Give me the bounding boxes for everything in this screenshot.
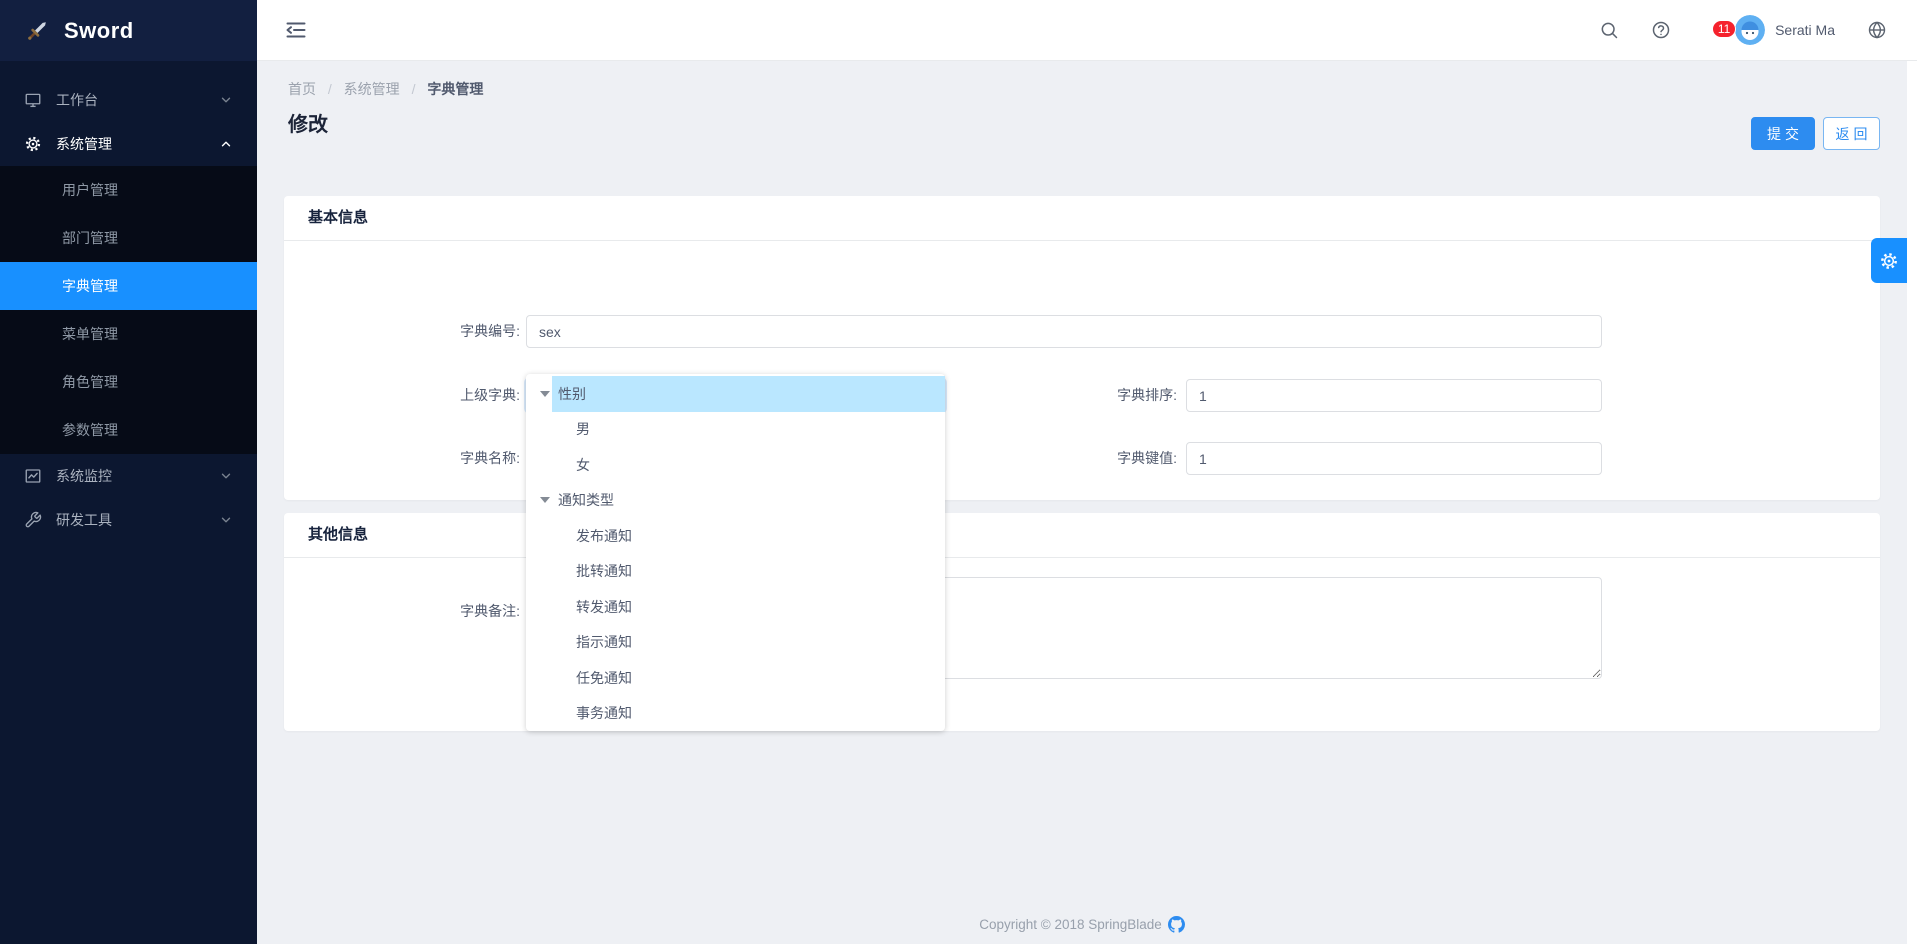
gear-icon [24,135,42,153]
dict-key-input[interactable] [1186,442,1602,475]
other-info-card: 其他信息 字典备注: [284,513,1880,731]
dropdown-option-label: 女 [576,455,590,475]
app-logo[interactable]: Sword [0,0,257,61]
breadcrumb-home[interactable]: 首页 [288,81,316,97]
notification-badge: 11 [1712,20,1736,38]
sidebar-collapse-button[interactable] [283,17,309,43]
caret-down-icon [540,391,550,397]
dropdown-option-instruct-notice[interactable]: 指示通知 [526,625,945,661]
submenu-label: 部门管理 [62,228,118,248]
parent-dict-label: 上级字典: [284,379,520,412]
sidebar-item-label: 系统管理 [56,134,219,154]
sidebar-item-dict-mgmt[interactable]: 字典管理 [0,262,257,310]
dropdown-option-approve-notice[interactable]: 批转通知 [526,554,945,590]
sidebar-item-label: 系统监控 [56,466,219,486]
sidebar-item-user-mgmt[interactable]: 用户管理 [0,166,257,214]
topbar-actions: 11 Serati Ma [1599,15,1917,45]
dropdown-option-label: 性别 [558,384,586,404]
search-icon[interactable] [1599,20,1619,40]
breadcrumb-system-mgmt[interactable]: 系统管理 [344,81,400,97]
dropdown-option-label: 通知类型 [558,490,614,510]
breadcrumb-separator: / [328,81,332,97]
system-mgmt-submenu: 用户管理 部门管理 字典管理 菜单管理 角色管理 参数管理 [0,166,257,454]
dict-remark-label: 字典备注: [284,595,520,628]
chevron-down-icon [219,469,233,483]
dropdown-option-label: 批转通知 [576,561,632,581]
other-info-section-title: 其他信息 [284,513,1880,558]
sidebar-item-dev-tools[interactable]: 研发工具 [0,498,257,542]
footer: Copyright © 2018 SpringBlade [257,916,1907,933]
menu-fold-icon [284,18,308,42]
caret-down-icon [540,497,550,503]
sword-icon [24,18,50,44]
help-icon[interactable] [1651,20,1671,40]
dropdown-option-label: 任免通知 [576,668,632,688]
breadcrumb-separator: / [412,81,416,97]
sidebar-item-menu-mgmt[interactable]: 菜单管理 [0,310,257,358]
sidebar-item-system-monitor[interactable]: 系统监控 [0,454,257,498]
dropdown-option-female[interactable]: 女 [526,447,945,483]
user-menu[interactable]: Serati Ma [1735,15,1835,45]
dict-name-label: 字典名称: [284,442,520,475]
dropdown-option-affair-notice[interactable]: 事务通知 [526,696,945,732]
gear-icon [1879,251,1899,271]
dict-code-input[interactable] [526,315,1602,348]
breadcrumb-current: 字典管理 [427,81,483,97]
sidebar-item-label: 研发工具 [56,510,219,530]
chevron-down-icon [219,513,233,527]
submenu-label: 菜单管理 [62,324,118,344]
theme-settings-button[interactable] [1871,238,1907,283]
submenu-label: 用户管理 [62,180,118,200]
dict-key-label: 字典键值: [937,442,1177,475]
user-name: Serati Ma [1775,22,1835,38]
dropdown-option-label: 事务通知 [576,703,632,723]
dict-code-label: 字典编号: [284,315,520,348]
dropdown-option-label: 指示通知 [576,632,632,652]
chevron-down-icon [219,93,233,107]
avatar [1735,15,1765,45]
scrollbar-track[interactable] [1907,61,1917,944]
dropdown-option-label: 转发通知 [576,597,632,617]
monitor-icon [24,91,42,109]
github-icon[interactable] [1168,916,1185,933]
dropdown-option-appoint-notice[interactable]: 任免通知 [526,660,945,696]
dropdown-option-notice-type[interactable]: 通知类型 [526,483,945,519]
sidebar-item-workbench[interactable]: 工作台 [0,78,257,122]
dropdown-option-male[interactable]: 男 [526,412,945,448]
chart-icon [24,467,42,485]
sidebar-menu: 工作台 系统管理 用户管理 部门管理 字典管理 菜单管理 角色管理 参数管理 [0,61,257,542]
submenu-label: 字典管理 [62,276,118,296]
sidebar-item-dept-mgmt[interactable]: 部门管理 [0,214,257,262]
sidebar-item-param-mgmt[interactable]: 参数管理 [0,406,257,454]
copyright-text: Copyright © 2018 SpringBlade [979,917,1162,932]
wrench-icon [24,511,42,529]
sidebar: Sword 工作台 系统管理 用户管理 部门管理 字典管理 菜单管理 [0,0,257,944]
submenu-label: 角色管理 [62,372,118,392]
dropdown-option-publish-notice[interactable]: 发布通知 [526,518,945,554]
dropdown-option-label: 发布通知 [576,526,632,546]
dict-sort-label: 字典排序: [937,379,1177,412]
sidebar-item-role-mgmt[interactable]: 角色管理 [0,358,257,406]
basic-info-section-title: 基本信息 [284,196,1880,241]
topbar: 11 Serati Ma [257,0,1917,61]
dropdown-option-label: 男 [576,419,590,439]
language-globe-icon[interactable] [1867,20,1887,40]
sidebar-item-system-mgmt[interactable]: 系统管理 [0,122,257,166]
parent-dict-dropdown: 性别 男 女 通知类型 发布通知 批转通知 转发通知 指示通知 任免通知 事务通… [526,374,945,731]
chevron-up-icon [219,137,233,151]
app-title: Sword [64,18,134,44]
basic-info-card: 基本信息 字典编号: 上级字典: 性别 字典排序: 字典名称: 字典键值: [284,196,1880,500]
submenu-label: 参数管理 [62,420,118,440]
submit-button[interactable]: 提交 [1751,117,1815,150]
back-button[interactable]: 返回 [1823,117,1880,150]
dropdown-option-sex[interactable]: 性别 [526,376,945,412]
dict-sort-input[interactable] [1186,379,1602,412]
page-title: 修改 [288,108,328,137]
dropdown-option-forward-notice[interactable]: 转发通知 [526,589,945,625]
sidebar-item-label: 工作台 [56,90,219,110]
breadcrumb: 首页 / 系统管理 / 字典管理 [288,79,491,99]
